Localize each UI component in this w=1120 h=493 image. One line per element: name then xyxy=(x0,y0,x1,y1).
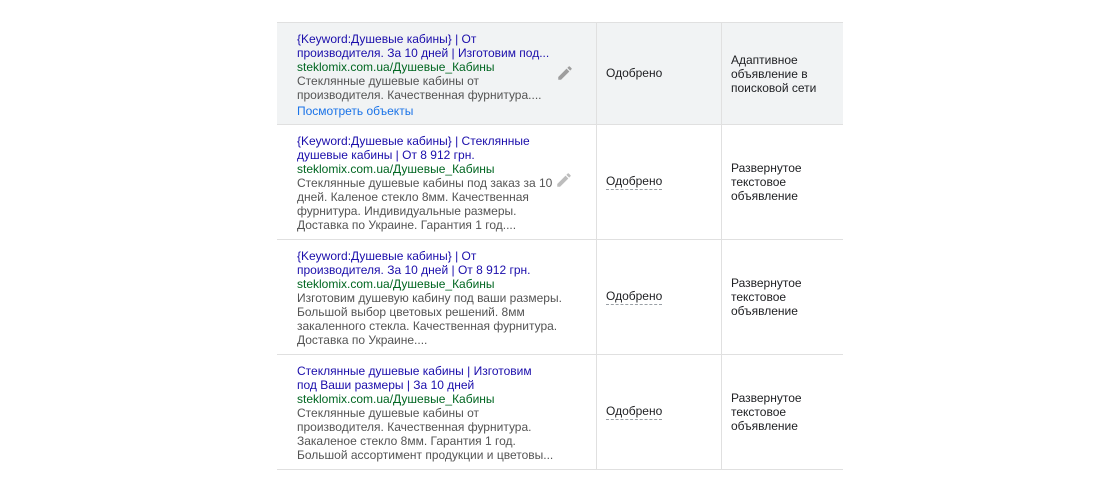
ad-preview-cell: {Keyword:Душевые кабины} | От производит… xyxy=(277,23,597,124)
ad-headline: {Keyword:Душевые кабины} | От производит… xyxy=(297,249,537,277)
status-cell: Одобрено xyxy=(597,355,722,469)
ad-headline-text: {Keyword:Душевые кабины} | От производит… xyxy=(297,32,550,60)
view-assets-link[interactable]: Посмотреть объекты xyxy=(297,104,413,118)
ad-headline: {Keyword:Душевые кабины} | Стеклянные ду… xyxy=(297,134,537,162)
table-row: Стеклянные душевые кабины | Изготовим по… xyxy=(277,355,843,470)
ad-description: Стеклянные душевые кабины под заказ за 1… xyxy=(297,176,559,232)
table-row: {Keyword:Душевые кабины} | От производит… xyxy=(277,240,843,355)
ad-preview-cell: {Keyword:Душевые кабины} | От производит… xyxy=(277,240,597,354)
ad-description: Стеклянные душевые кабины от производите… xyxy=(297,406,559,462)
ad-description: Изготовим душевую кабину под ваши размер… xyxy=(297,291,562,347)
ad-type-text: Адаптивное объявление в поисковой сети xyxy=(731,52,817,95)
ad-description-text: Стеклянные душевые кабины от производите… xyxy=(297,406,554,462)
ad-headline-text: {Keyword:Душевые кабины} | Стеклянные ду… xyxy=(297,134,530,162)
ad-type-cell: Развернутое текстовое объявление xyxy=(722,240,843,354)
ad-headline-text: {Keyword:Душевые кабины} | От производит… xyxy=(297,249,531,277)
ad-headline: Стеклянные душевые кабины | Изготовим по… xyxy=(297,364,542,392)
ad-type-cell: Развернутое текстовое объявление xyxy=(722,355,843,469)
status-text[interactable]: Одобрено xyxy=(606,404,663,420)
table-row: {Keyword:Душевые кабины} | Стеклянные ду… xyxy=(277,125,843,240)
ad-type-cell: Развернутое текстовое объявление xyxy=(722,125,843,239)
ad-type-text: Развернутое текстовое объявление xyxy=(731,391,802,433)
status-text[interactable]: Одобрено xyxy=(606,174,663,190)
status-cell: Одобрено xyxy=(597,240,722,354)
ad-type-cell: Адаптивное объявление в поисковой сети xyxy=(722,23,843,124)
ad-description-text: Изготовим душевую кабину под ваши размер… xyxy=(297,291,562,347)
ad-display-url: steklomix.com.ua/Душевые_Кабины xyxy=(297,162,495,176)
ad-display-url: steklomix.com.ua/Душевые_Кабины xyxy=(297,60,495,74)
ad-description-text: Стеклянные душевые кабины от производите… xyxy=(297,74,542,102)
ad-type-text: Развернутое текстовое объявление xyxy=(731,161,802,203)
ad-description: Стеклянные душевые кабины от производите… xyxy=(297,74,547,102)
status-cell: Одобрено xyxy=(597,125,722,239)
status-text[interactable]: Одобрено xyxy=(606,289,663,305)
ad-display-url: steklomix.com.ua/Душевые_Кабины xyxy=(297,392,495,406)
status-cell: Одобрено xyxy=(597,23,722,124)
pencil-icon[interactable] xyxy=(555,171,573,189)
ad-preview-cell: Стеклянные душевые кабины | Изготовим по… xyxy=(277,355,597,469)
ads-table: {Keyword:Душевые кабины} | От производит… xyxy=(277,22,843,470)
table-row: {Keyword:Душевые кабины} | От производит… xyxy=(277,22,843,125)
ad-headline: {Keyword:Душевые кабины} | От производит… xyxy=(297,32,555,60)
ad-description-text: Стеклянные душевые кабины под заказ за 1… xyxy=(297,176,553,232)
ad-display-url: steklomix.com.ua/Душевые_Кабины xyxy=(297,277,495,291)
pencil-icon[interactable] xyxy=(556,64,574,82)
status-text: Одобрено xyxy=(606,66,663,80)
ad-type-text: Развернутое текстовое объявление xyxy=(731,276,802,318)
ad-headline-text: Стеклянные душевые кабины | Изготовим по… xyxy=(297,364,532,392)
ad-preview-cell: {Keyword:Душевые кабины} | Стеклянные ду… xyxy=(277,125,597,239)
